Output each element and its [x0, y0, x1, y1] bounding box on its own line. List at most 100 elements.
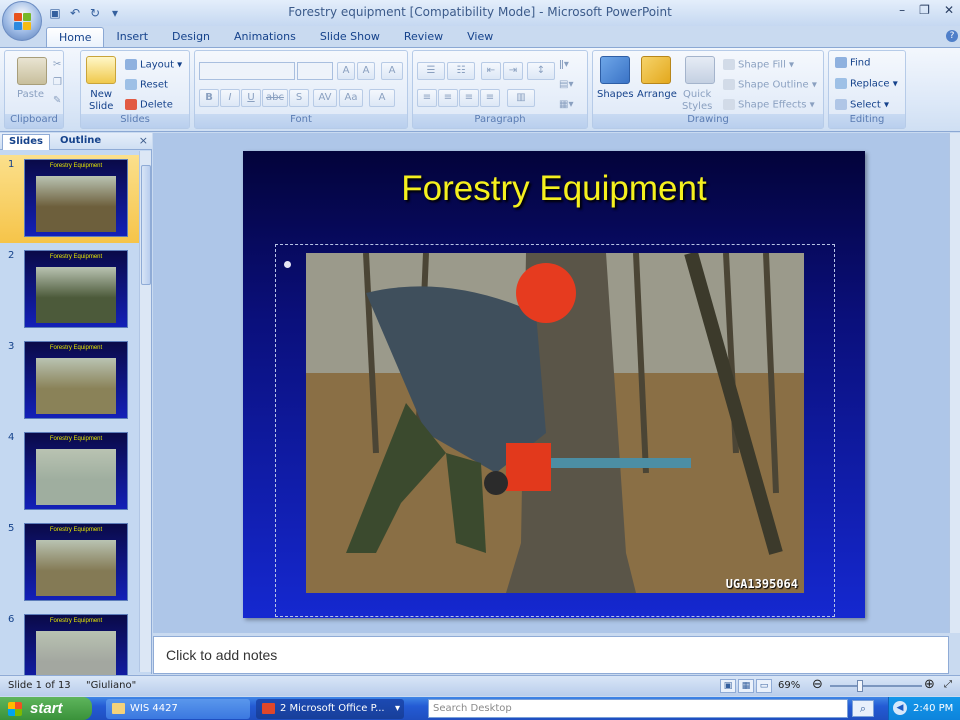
italic-button[interactable]: I	[220, 89, 240, 107]
shape-effects-button[interactable]: Shape Effects ▾	[723, 99, 815, 111]
tab-animations[interactable]: Animations	[222, 27, 308, 47]
editor-scrollbar[interactable]	[949, 133, 960, 633]
task-wis-folder[interactable]: WIS 4427	[106, 699, 250, 719]
char-spacing-button[interactable]: AV	[313, 89, 337, 107]
reset-button[interactable]: Reset	[125, 79, 168, 91]
shape-fill-button[interactable]: Shape Fill ▾	[723, 59, 794, 71]
slide-thumbnail[interactable]: Forestry Equipment	[24, 432, 128, 510]
slide-title[interactable]: Forestry Equipment	[243, 169, 865, 209]
tab-slides[interactable]: Slides	[2, 134, 50, 150]
normal-view-button[interactable]: ▣	[720, 679, 736, 693]
bullets-button[interactable]: ☰	[417, 62, 445, 80]
paste-icon[interactable]	[17, 57, 47, 85]
fit-window-icon[interactable]: ⤢	[944, 679, 952, 690]
theme-name: "Giuliano"	[86, 680, 137, 691]
close-pane-icon[interactable]: ×	[139, 134, 148, 147]
arrange-icon[interactable]	[641, 56, 671, 84]
align-left-button[interactable]: ≡	[417, 89, 437, 107]
task-powerpoint[interactable]: 2 Microsoft Office P... ▾	[256, 699, 404, 719]
tab-outline[interactable]: Outline	[54, 134, 107, 150]
line-spacing-button[interactable]: ↕	[527, 62, 555, 80]
font-color-button[interactable]: A	[369, 89, 395, 107]
slide-photo[interactable]: UGA1395064	[306, 253, 804, 593]
align-right-button[interactable]: ≡	[459, 89, 479, 107]
desktop-search-input[interactable]: Search Desktop	[428, 699, 848, 718]
bold-button[interactable]: B	[199, 89, 219, 107]
strikethrough-button[interactable]: abc	[262, 89, 288, 107]
clear-format-button[interactable]: A	[381, 62, 403, 80]
maximize-button[interactable]: ❐	[919, 3, 930, 17]
search-icon[interactable]: ⌕	[852, 700, 874, 717]
minimize-button[interactable]: –	[899, 3, 905, 17]
current-slide[interactable]: Forestry Equipment UGA1395064	[243, 151, 865, 618]
change-case-button[interactable]: Aa	[339, 89, 363, 107]
slide-thumbnail-row[interactable]: 2 Forestry Equipment	[0, 246, 140, 334]
format-painter-icon[interactable]: ✎	[53, 95, 61, 106]
font-size-field[interactable]	[297, 62, 333, 80]
pane-scroll-thumb[interactable]	[141, 165, 151, 285]
paragraph-group: ☰ ☷ ⇤ ⇥ ↕ ≡ ≡ ≡ ≡ ▥ ǁ▾ ▤▾ ▦▾ Paragraph	[412, 50, 588, 129]
pane-tabs: Slides Outline ×	[0, 133, 152, 150]
zoom-in-icon[interactable]: ⊕	[924, 677, 935, 692]
sorter-view-button[interactable]: ▦	[738, 679, 754, 693]
smartart-icon[interactable]: ▦▾	[559, 99, 573, 110]
shape-outline-button[interactable]: Shape Outline ▾	[723, 79, 817, 91]
decrease-indent-button[interactable]: ⇤	[481, 62, 501, 80]
align-text-icon[interactable]: ▤▾	[559, 79, 573, 90]
layout-button[interactable]: Layout ▾	[125, 59, 182, 71]
slideshow-view-button[interactable]: ▭	[756, 679, 772, 693]
numbering-button[interactable]: ☷	[447, 62, 475, 80]
text-shadow-button[interactable]: S	[289, 89, 309, 107]
notes-pane[interactable]: Click to add notes	[153, 636, 949, 674]
arrange-button[interactable]: Arrange	[637, 89, 677, 100]
paste-button[interactable]: Paste	[17, 89, 44, 100]
slide-thumbnail[interactable]: Forestry Equipment	[24, 341, 128, 419]
office-button[interactable]	[2, 1, 42, 41]
zoom-slider-thumb[interactable]	[857, 680, 864, 692]
tray-back-icon[interactable]: ◀	[893, 701, 907, 715]
copy-icon[interactable]: ❐	[53, 77, 62, 88]
select-button[interactable]: Select ▾	[835, 99, 889, 111]
underline-button[interactable]: U	[241, 89, 261, 107]
slide-thumbnail-row[interactable]: 3 Forestry Equipment	[0, 337, 140, 425]
shapes-button[interactable]: Shapes	[597, 89, 634, 100]
content-placeholder[interactable]: UGA1395064	[275, 244, 835, 617]
zoom-slider-track[interactable]	[830, 685, 922, 687]
quick-styles-icon[interactable]	[685, 56, 715, 84]
tab-view[interactable]: View	[455, 27, 505, 47]
slide-thumbnail-row[interactable]: 5 Forestry Equipment	[0, 519, 140, 607]
slide-thumbnail-row[interactable]: 4 Forestry Equipment	[0, 428, 140, 516]
shapes-icon[interactable]	[600, 56, 630, 84]
grow-font-button[interactable]: A	[337, 62, 355, 80]
tab-review[interactable]: Review	[392, 27, 455, 47]
align-center-button[interactable]: ≡	[438, 89, 458, 107]
tab-design[interactable]: Design	[160, 27, 222, 47]
find-button[interactable]: Find	[835, 57, 871, 69]
cut-icon[interactable]: ✂	[53, 59, 61, 70]
slide-thumbnail[interactable]: Forestry Equipment	[24, 159, 128, 237]
increase-indent-button[interactable]: ⇥	[503, 62, 523, 80]
quick-styles-button[interactable]: Quick Styles	[682, 89, 712, 113]
tab-home[interactable]: Home	[46, 27, 105, 47]
slide-thumbnail[interactable]: Forestry Equipment	[24, 250, 128, 328]
close-button[interactable]: ✕	[944, 3, 954, 17]
columns-button[interactable]: ▥	[507, 89, 535, 107]
task-label: 2 Microsoft Office P...	[280, 703, 385, 714]
start-button[interactable]: start	[0, 697, 92, 720]
tab-slide-show[interactable]: Slide Show	[308, 27, 392, 47]
new-slide-button[interactable]: New Slide	[89, 89, 113, 113]
text-direction-icon[interactable]: ǁ▾	[559, 59, 569, 70]
ribbon-tabs: Home Insert Design Animations Slide Show Revi…	[46, 27, 505, 47]
pane-scrollbar[interactable]	[139, 151, 151, 672]
replace-button[interactable]: Replace ▾	[835, 78, 898, 90]
delete-button[interactable]: Delete	[125, 99, 173, 111]
justify-button[interactable]: ≡	[480, 89, 500, 107]
slide-thumbnail-row[interactable]: 1 Forestry Equipment	[0, 155, 140, 243]
new-slide-icon[interactable]	[86, 56, 116, 84]
help-icon[interactable]: ?	[946, 30, 958, 42]
slide-thumbnail[interactable]: Forestry Equipment	[24, 523, 128, 601]
tab-insert[interactable]: Insert	[104, 27, 160, 47]
font-name-field[interactable]	[199, 62, 295, 80]
shrink-font-button[interactable]: A	[357, 62, 375, 80]
zoom-out-icon[interactable]: ⊖	[812, 677, 823, 692]
